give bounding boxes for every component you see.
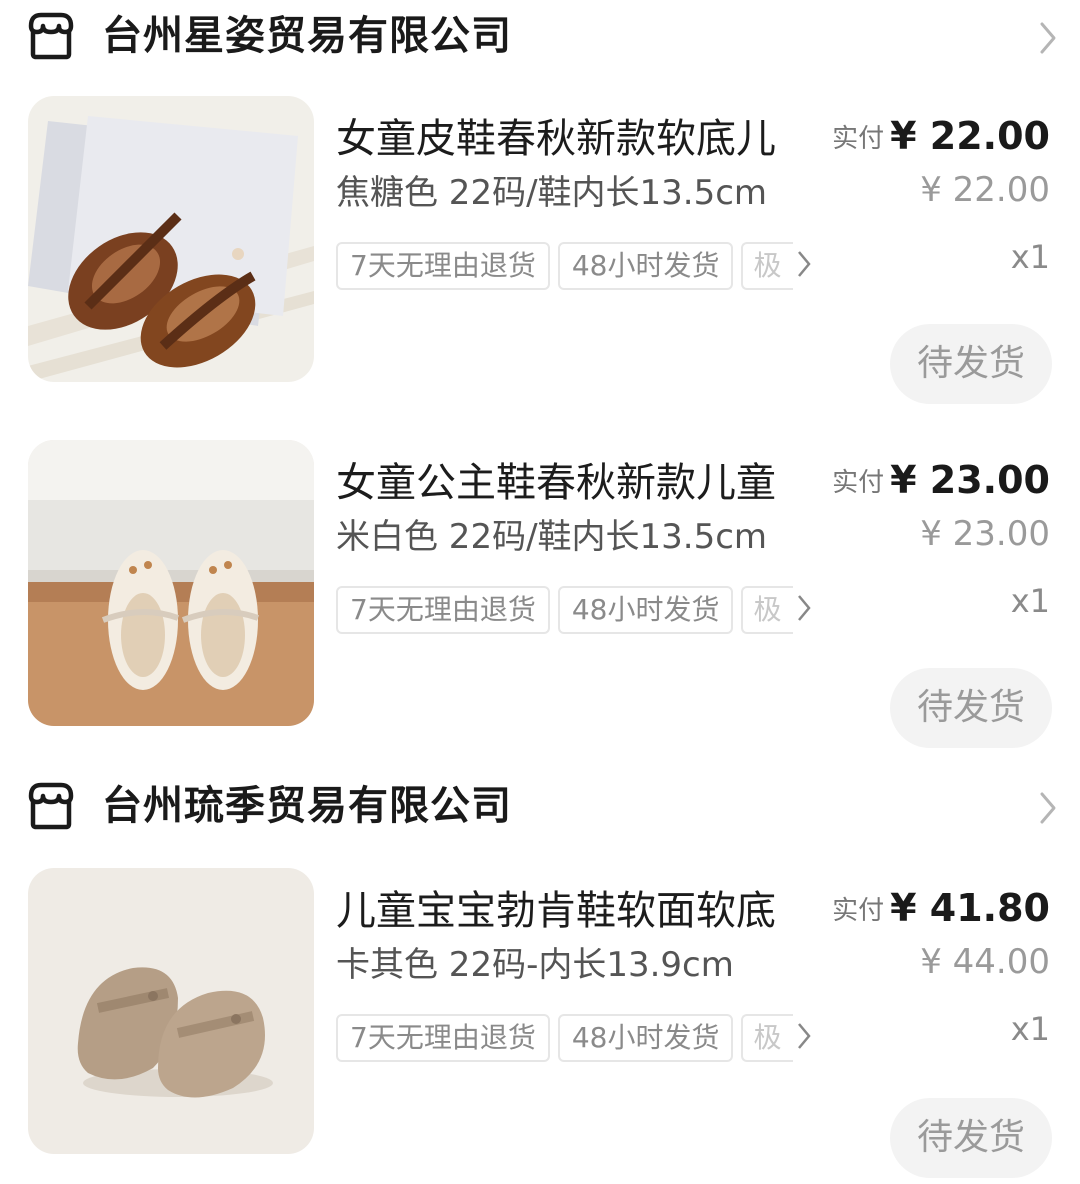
order-item[interactable]: 女童公主鞋春秋新款儿童 米白色 22码/鞋内长13.5cm 7天无理由退货 48小… [0, 440, 1080, 748]
service-tag: 极 [741, 242, 794, 290]
product-image[interactable] [28, 440, 314, 726]
store-icon [28, 782, 74, 830]
product-spec: 卡其色 22码-内长13.9cm [336, 945, 734, 985]
service-tag: 极 [741, 586, 794, 634]
chevron-right-icon[interactable] [794, 1020, 814, 1052]
product-spec: 米白色 22码/鞋内长13.5cm [336, 517, 768, 557]
original-price: ¥ 44.00 [920, 942, 1050, 982]
status-button[interactable]: 待发货 [890, 324, 1052, 404]
service-tags[interactable]: 7天无理由退货 48小时发货极 [336, 242, 820, 290]
service-tag: 7天无理由退货 [336, 586, 550, 634]
paid-amount: 实付 ¥ 22.00 [832, 114, 1050, 162]
quantity: x1 [1010, 238, 1050, 276]
product-title[interactable]: 儿童宝宝勃肯鞋软面软底 [336, 884, 806, 938]
original-price: ¥ 23.00 [920, 514, 1050, 554]
product-spec: 焦糖色 22码/鞋内长13.5cm [336, 173, 768, 213]
shop-name[interactable]: 台州星姿贸易有限公司 [102, 8, 512, 64]
service-tag: 7天无理由退货 [336, 1014, 550, 1062]
shop-header[interactable]: 台州琉季贸易有限公司 [0, 770, 1080, 850]
order-item[interactable]: 儿童宝宝勃肯鞋软面软底 卡其色 22码-内长13.9cm 7天无理由退货 48小时… [0, 868, 1080, 1178]
product-title[interactable]: 女童公主鞋春秋新款儿童 [336, 456, 806, 510]
shop-name[interactable]: 台州琉季贸易有限公司 [102, 778, 512, 834]
paid-label: 实付 [832, 895, 885, 926]
paid-label: 实付 [832, 123, 885, 154]
store-icon [28, 12, 74, 60]
original-price: ¥ 22.00 [920, 170, 1050, 210]
status-button[interactable]: 待发货 [890, 668, 1052, 748]
service-tag: 极 [741, 1014, 794, 1062]
chevron-right-icon[interactable] [1034, 18, 1062, 58]
paid-price: ¥ 23.00 [890, 458, 1050, 502]
chevron-right-icon[interactable] [794, 248, 814, 280]
paid-amount: 实付 ¥ 41.80 [832, 886, 1050, 934]
product-title[interactable]: 女童皮鞋春秋新款软底儿 [336, 112, 806, 166]
product-image[interactable] [28, 96, 314, 382]
service-tag: 48小时发货 [557, 242, 734, 290]
paid-label: 实付 [832, 467, 885, 498]
paid-amount: 实付 ¥ 23.00 [832, 458, 1050, 506]
chevron-right-icon[interactable] [1034, 788, 1062, 828]
paid-price: ¥ 22.00 [890, 114, 1050, 158]
status-button[interactable]: 待发货 [890, 1098, 1052, 1178]
service-tag: 7天无理由退货 [336, 242, 550, 290]
chevron-right-icon[interactable] [794, 592, 814, 624]
quantity: x1 [1010, 582, 1050, 620]
service-tag: 48小时发货 [557, 586, 734, 634]
paid-price: ¥ 41.80 [890, 886, 1050, 930]
shop-header[interactable]: 台州星姿贸易有限公司 [0, 0, 1080, 80]
quantity: x1 [1010, 1010, 1050, 1048]
service-tags[interactable]: 7天无理由退货 48小时发货极 [336, 586, 820, 634]
product-image[interactable] [28, 868, 314, 1154]
service-tags[interactable]: 7天无理由退货 48小时发货极 [336, 1014, 820, 1062]
order-item[interactable]: 女童皮鞋春秋新款软底儿 焦糖色 22码/鞋内长13.5cm 7天无理由退货 48小… [0, 96, 1080, 404]
service-tag: 48小时发货 [557, 1014, 734, 1062]
